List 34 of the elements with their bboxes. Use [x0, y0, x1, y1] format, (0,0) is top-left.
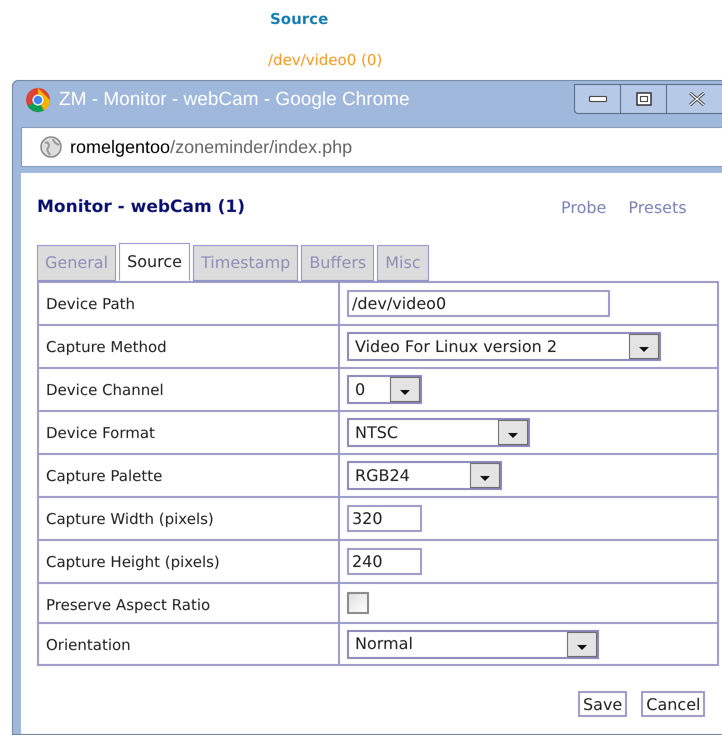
dropdown[interactable]: 0 — [347, 375, 422, 404]
dropdown[interactable]: Video For Linux version 2 — [347, 332, 661, 361]
field-label: Orientation — [46, 636, 131, 654]
checkbox[interactable] — [347, 592, 369, 614]
form-button[interactable]: Save — [578, 691, 628, 717]
window-title: ZM - Monitor - webCam - Google Chrome — [59, 88, 410, 112]
field-label: Device Channel — [46, 381, 164, 399]
input-field[interactable]: /dev/video0 — [347, 290, 610, 317]
field-label: Capture Width (pixels) — [46, 510, 214, 528]
chrome-logo-icon — [25, 87, 51, 113]
input-field[interactable]: 240 — [347, 548, 422, 575]
close-icon — [688, 91, 706, 107]
field-label: Capture Method — [46, 338, 167, 356]
form-button[interactable]: Cancel — [641, 691, 706, 717]
maximize-icon — [636, 92, 652, 106]
tab[interactable]: Source — [119, 243, 190, 281]
field-label: Capture Height (pixels) — [46, 553, 220, 571]
minimize-icon — [588, 96, 606, 102]
url-text: romelgentoo/zoneminder/index.php — [70, 136, 352, 159]
field-label: Preserve Aspect Ratio — [46, 596, 210, 614]
address-bar[interactable]: romelgentoo/zoneminder/index.php — [21, 127, 722, 167]
page-heading: Source — [270, 9, 328, 30]
nav-link[interactable]: Probe — [561, 196, 606, 220]
monitor-title: Monitor - webCam (1) — [37, 196, 245, 219]
device-label: /dev/video0 (0) — [268, 50, 382, 71]
dropdown[interactable]: Normal — [347, 630, 599, 658]
field-label: Device Format — [46, 424, 155, 442]
dropdown[interactable]: RGB24 — [347, 461, 502, 490]
input-field[interactable]: 320 — [347, 505, 422, 532]
field-label: Capture Palette — [46, 467, 162, 485]
globe-icon — [40, 136, 62, 158]
field-label: Device Path — [46, 295, 136, 313]
nav-link[interactable]: Presets — [628, 196, 687, 220]
dropdown[interactable]: NTSC — [347, 418, 530, 447]
